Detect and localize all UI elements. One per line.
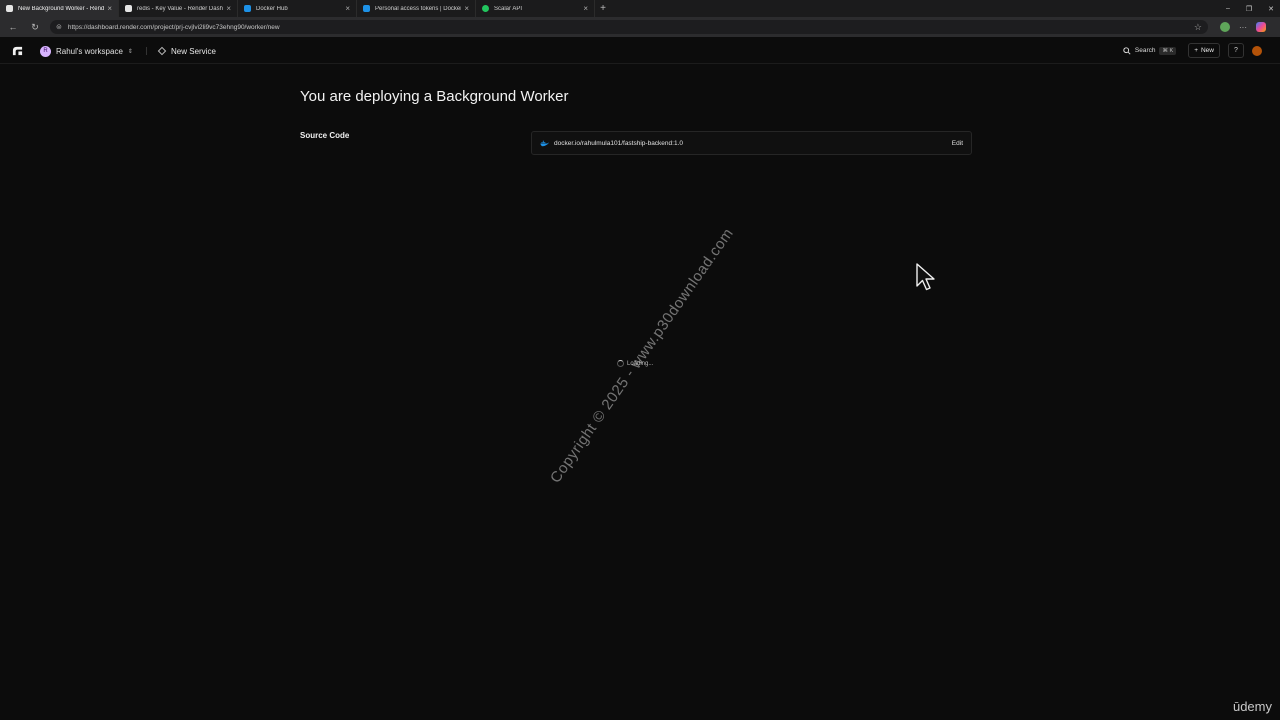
url-text: https://dashboard.render.com/project/prj… xyxy=(67,23,280,31)
scalar-favicon-icon xyxy=(482,5,489,12)
tab-label: redis - Key Value - Render Dashb xyxy=(137,5,224,12)
tab-close-icon[interactable]: × xyxy=(464,4,469,13)
docker-favicon-icon xyxy=(244,5,251,12)
source-image-url: docker.io/rahulmula101/fastship-backend:… xyxy=(554,139,683,147)
back-button[interactable]: ← xyxy=(6,20,20,34)
render-favicon-icon xyxy=(125,5,132,12)
tab-close-icon[interactable]: × xyxy=(345,4,350,13)
source-code-label: Source Code xyxy=(300,131,350,140)
header-divider xyxy=(146,47,147,55)
app-header: R Rahul's workspace ⇕ New Service Search… xyxy=(0,38,1280,64)
render-logo-icon[interactable] xyxy=(12,45,23,56)
tab-close-icon[interactable]: × xyxy=(226,4,231,13)
browser-tab-scalar-api[interactable]: Scalar API × xyxy=(476,0,595,17)
browser-tab-docker-hub[interactable]: Docker Hub × xyxy=(238,0,357,17)
new-tab-button[interactable]: + xyxy=(595,0,611,17)
docker-icon xyxy=(540,140,549,146)
tab-close-icon[interactable]: × xyxy=(583,4,588,13)
profile-avatar[interactable] xyxy=(1220,22,1230,32)
docker-favicon-icon xyxy=(363,5,370,12)
new-button[interactable]: + New xyxy=(1188,43,1220,58)
window-controls: – ❐ ✕ xyxy=(1226,0,1274,17)
plus-icon: + xyxy=(1194,47,1198,54)
new-label: New xyxy=(1200,47,1214,54)
page-title: You are deploying a Background Worker xyxy=(300,88,569,105)
browser-tab-redis[interactable]: redis - Key Value - Render Dashb × xyxy=(119,0,238,17)
help-button[interactable]: ? xyxy=(1228,43,1244,58)
address-bar: ← ↻ ⊜ https://dashboard.render.com/proje… xyxy=(0,17,1280,37)
minimize-button[interactable]: – xyxy=(1226,5,1230,12)
source-code-field: docker.io/rahulmula101/fastship-backend:… xyxy=(531,131,972,155)
reload-button[interactable]: ↻ xyxy=(28,20,42,34)
diamond-icon xyxy=(157,46,167,56)
workspace-switcher[interactable]: R Rahul's workspace ⇕ xyxy=(40,44,133,58)
browser-tab-docker-tokens[interactable]: Personal access tokens | Docker × xyxy=(357,0,476,17)
close-window-button[interactable]: ✕ xyxy=(1268,5,1274,13)
udemy-logo: ūdemy xyxy=(1232,699,1272,714)
edit-button[interactable]: Edit xyxy=(952,140,963,147)
copilot-icon[interactable] xyxy=(1256,22,1266,32)
breadcrumb[interactable]: New Service xyxy=(157,44,216,58)
bookmark-star-icon[interactable]: ☆ xyxy=(1194,22,1202,33)
search-shortcut: ⌘ K xyxy=(1159,46,1177,55)
search-icon xyxy=(1123,46,1131,55)
watermark: Copyright © 2025 - www.p30download.com xyxy=(547,225,737,487)
chevron-updown-icon: ⇕ xyxy=(127,48,133,55)
browser-tab-render-worker[interactable]: New Background Worker - Rend × xyxy=(0,0,119,17)
workspace-name: Rahul's workspace xyxy=(56,46,123,56)
mouse-cursor-icon xyxy=(916,263,935,291)
maximize-button[interactable]: ❐ xyxy=(1246,5,1252,13)
tab-label: New Background Worker - Rend xyxy=(18,5,105,12)
workspace-avatar: R xyxy=(40,45,51,57)
search-label: Search xyxy=(1134,47,1156,54)
render-favicon-icon xyxy=(6,5,13,12)
site-info-icon[interactable]: ⊜ xyxy=(56,23,62,31)
tab-close-icon[interactable]: × xyxy=(107,4,112,13)
browser-tab-bar: New Background Worker - Rend × redis - K… xyxy=(0,0,1280,17)
user-avatar[interactable] xyxy=(1252,45,1262,56)
search-button[interactable]: Search ⌘ K xyxy=(1119,44,1180,58)
tab-label: Scalar API xyxy=(494,5,523,12)
url-field[interactable]: ⊜ https://dashboard.render.com/project/p… xyxy=(50,20,1208,34)
breadcrumb-label: New Service xyxy=(171,46,216,56)
more-menu-icon[interactable]: ··· xyxy=(1239,23,1247,32)
tab-label: Docker Hub xyxy=(256,5,288,12)
tab-label: Personal access tokens | Docker xyxy=(375,5,462,12)
